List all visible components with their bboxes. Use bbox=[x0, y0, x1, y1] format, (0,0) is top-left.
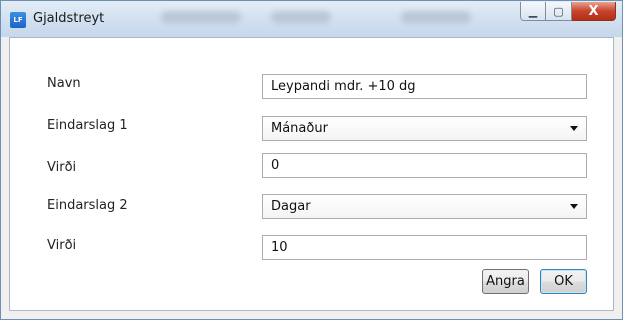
title-bar[interactable]: LF Gjaldstreyt ▁ ▢ X bbox=[1, 1, 622, 37]
close-button[interactable]: X bbox=[572, 2, 616, 21]
window-title: Gjaldstreyt bbox=[33, 11, 105, 26]
chevron-down-icon bbox=[570, 126, 578, 131]
app-icon-text: LF bbox=[13, 16, 23, 24]
name-input[interactable]: Leypandi mdr. +10 dg bbox=[262, 74, 587, 99]
caption-buttons: ▁ ▢ X bbox=[520, 2, 616, 23]
minimize-button[interactable]: ▁ bbox=[520, 2, 546, 21]
dialog-window: LF Gjaldstreyt ▁ ▢ X Navn Leypandi mdr. … bbox=[0, 0, 623, 320]
unit1-select[interactable]: Mánaður bbox=[262, 116, 587, 141]
app-icon: LF bbox=[10, 12, 26, 28]
unit2-select[interactable]: Dagar bbox=[262, 194, 587, 219]
unit2-selected-value: Dagar bbox=[271, 199, 311, 214]
blurred-background-title bbox=[271, 11, 331, 23]
maximize-button[interactable]: ▢ bbox=[546, 2, 572, 21]
ok-button[interactable]: OK bbox=[540, 269, 587, 294]
value1-label: Virði bbox=[47, 160, 77, 175]
blurred-background-title bbox=[401, 11, 471, 23]
chevron-down-icon bbox=[570, 204, 578, 209]
unit1-label: Eindarslag 1 bbox=[47, 118, 128, 133]
unit2-label: Eindarslag 2 bbox=[47, 198, 128, 213]
cancel-button[interactable]: Angra bbox=[482, 269, 529, 294]
value2-input[interactable]: 10 bbox=[262, 235, 587, 260]
name-label: Navn bbox=[47, 76, 81, 91]
value2-label: Virði bbox=[47, 238, 77, 253]
blurred-background-title bbox=[161, 11, 241, 23]
minimize-icon: ▁ bbox=[528, 4, 538, 18]
maximize-icon: ▢ bbox=[553, 4, 564, 18]
dialog-content: Navn Leypandi mdr. +10 dg Eindarslag 1 M… bbox=[9, 37, 614, 311]
value1-input[interactable]: 0 bbox=[262, 153, 587, 178]
close-icon: X bbox=[588, 3, 599, 19]
unit1-selected-value: Mánaður bbox=[271, 121, 328, 136]
